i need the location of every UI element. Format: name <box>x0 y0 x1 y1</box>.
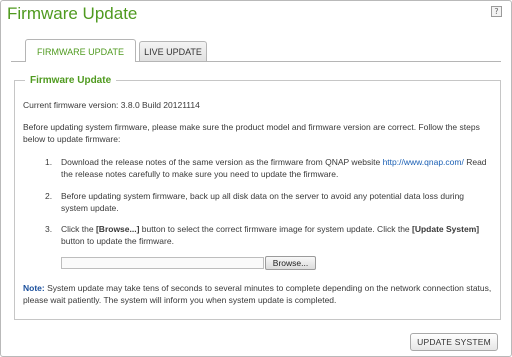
step-number: 2. <box>45 191 53 201</box>
tab-bar: FIRMWARE UPDATE LIVE UPDATE <box>25 39 207 62</box>
step-number: 3. <box>45 224 53 234</box>
step-text-part: button to update the firmware. <box>61 236 174 246</box>
tab-live-update[interactable]: LIVE UPDATE <box>139 41 207 62</box>
step-text: Before updating system firmware, back up… <box>61 191 465 213</box>
step-text-part: button to select the correct firmware im… <box>139 224 413 234</box>
update-system-button[interactable]: UPDATE SYSTEM <box>410 333 498 351</box>
step-text-part: Download the release notes of the same v… <box>61 157 383 167</box>
tab-firmware-update[interactable]: FIRMWARE UPDATE <box>25 39 136 62</box>
note-body: System update may take tens of seconds t… <box>23 283 492 305</box>
step-text: Click the [Browse...] button to select t… <box>61 223 493 247</box>
qnap-website-link[interactable]: http://www.qnap.com/ <box>383 157 464 167</box>
note-label: Note: <box>23 283 45 293</box>
firmware-file-input[interactable] <box>61 257 264 269</box>
current-firmware-version: Current firmware version: 3.8.0 Build 20… <box>23 100 200 110</box>
step-text: Download the release notes of the same v… <box>61 156 493 180</box>
browse-reference: [Browse...] <box>95 224 140 234</box>
update-system-reference: [Update System] <box>412 224 480 234</box>
step-number: 1. <box>45 157 53 167</box>
note-text: Note: System update may take tens of sec… <box>23 282 495 306</box>
help-icon[interactable]: ? <box>491 6 502 17</box>
step-text-part: Click the <box>61 224 96 234</box>
section-legend: Firmware Update <box>30 75 112 86</box>
firmware-update-window: Firmware Update ? FIRMWARE UPDATE LIVE U… <box>0 0 512 357</box>
intro-text: Before updating system firmware, please … <box>23 122 480 144</box>
browse-button[interactable]: Browse... <box>265 256 316 270</box>
window-title: Firmware Update <box>7 4 138 23</box>
